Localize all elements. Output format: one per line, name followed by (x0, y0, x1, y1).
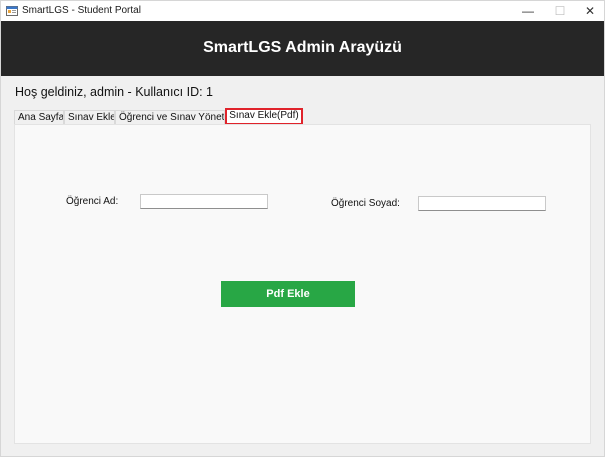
pdf-ekle-button[interactable]: Pdf Ekle (221, 281, 355, 307)
maximize-button[interactable]: ☐ (545, 1, 575, 21)
ogrenci-soyad-input[interactable] (418, 196, 546, 211)
ogrenci-ad-input[interactable] (140, 194, 268, 209)
welcome-text: Hoş geldiniz, admin - Kullanıcı ID: 1 (15, 85, 214, 99)
tab-sinav-ekle-pdf[interactable]: Sınav Ekle(Pdf) (225, 108, 303, 125)
tab-sinav-ekle[interactable]: Sınav Ekle (64, 110, 115, 125)
app-window-icon (6, 5, 18, 17)
ogrenci-soyad-label: Öğrenci Soyad: (331, 198, 400, 209)
banner-title: SmartLGS Admin Arayüzü (203, 39, 402, 56)
tab-ogrenci-sinav-yonetimi[interactable]: Öğrenci ve Sınav Yönetimi (115, 110, 225, 125)
header-banner: SmartLGS Admin Arayüzü (1, 21, 604, 76)
minimize-button[interactable]: — (513, 1, 543, 21)
app-window: SmartLGS - Student Portal — ☐ ✕ SmartLGS… (0, 0, 605, 457)
tab-ana-sayfa[interactable]: Ana Sayfa (14, 110, 64, 125)
window-title: SmartLGS - Student Portal (22, 5, 141, 16)
title-bar[interactable]: SmartLGS - Student Portal — ☐ ✕ (1, 1, 604, 21)
close-button[interactable]: ✕ (575, 1, 605, 21)
ogrenci-ad-label: Öğrenci Ad: (66, 196, 119, 207)
